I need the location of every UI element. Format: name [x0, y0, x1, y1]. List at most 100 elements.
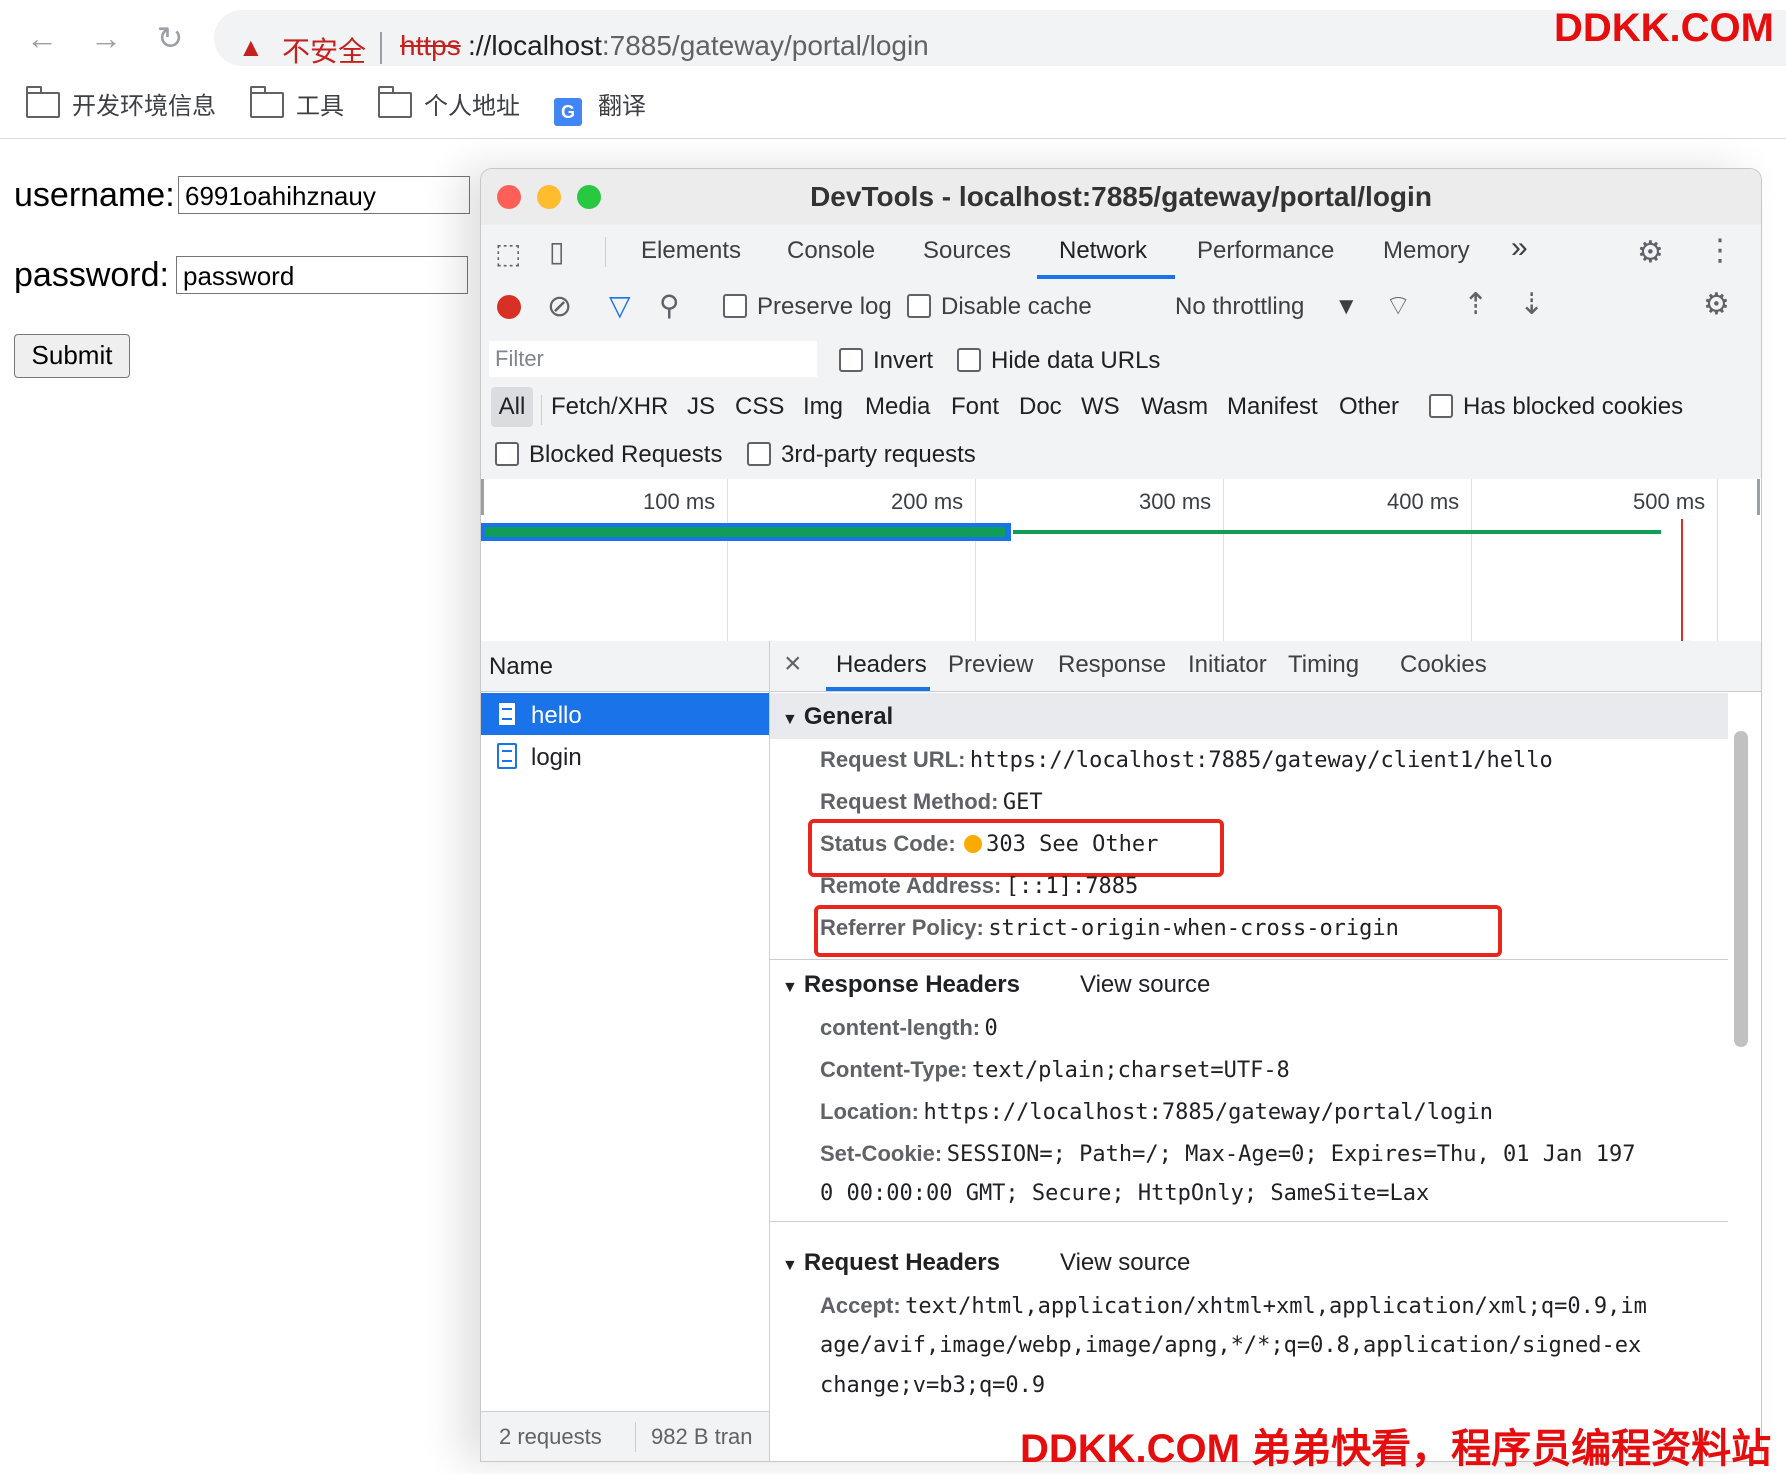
- tab-headers[interactable]: Headers: [836, 651, 927, 679]
- header-value: text/html,application/xhtml+xml,applicat…: [905, 1294, 1647, 1319]
- filter-all[interactable]: All: [491, 387, 533, 427]
- bookmark-item[interactable]: 开发环境信息: [26, 86, 216, 121]
- tab-elements[interactable]: Elements: [641, 237, 741, 265]
- filter-js[interactable]: JS: [687, 393, 715, 421]
- filter-css[interactable]: CSS: [735, 393, 784, 421]
- bookmark-item[interactable]: G 翻译: [554, 86, 646, 126]
- request-headers-title[interactable]: ▼ Request Headers: [782, 1249, 1000, 1277]
- header-row: Location: https://localhost:7885/gateway…: [820, 1099, 1493, 1125]
- tab-sources[interactable]: Sources: [923, 237, 1011, 265]
- filter-doc[interactable]: Doc: [1019, 393, 1062, 421]
- filter-ws[interactable]: WS: [1081, 393, 1120, 421]
- request-row-hello[interactable]: hello: [481, 693, 769, 735]
- overview-tick: 400 ms: [1387, 489, 1460, 514]
- third-party-checkbox[interactable]: 3rd-party requests: [747, 441, 976, 469]
- document-icon: [497, 701, 517, 727]
- general-section-header[interactable]: ▼ General: [770, 693, 1728, 739]
- name-column-header[interactable]: Name: [481, 641, 769, 692]
- network-conditions-icon[interactable]: ⌔: [1385, 289, 1411, 324]
- header-row: Request Method: GET: [820, 789, 1043, 815]
- filter-manifest[interactable]: Manifest: [1227, 393, 1318, 421]
- checkbox-icon: [747, 442, 771, 466]
- overview-right-handle[interactable]: [1757, 479, 1760, 515]
- header-key: Referrer Policy:: [820, 915, 984, 940]
- tab-network[interactable]: Network: [1059, 237, 1147, 265]
- filter-img[interactable]: Img: [803, 393, 843, 421]
- kebab-menu-icon[interactable]: ⋮: [1705, 233, 1735, 268]
- tab-cookies[interactable]: Cookies: [1400, 651, 1487, 679]
- filter-font[interactable]: Font: [951, 393, 999, 421]
- filter-funnel-icon[interactable]: ▽: [609, 289, 631, 322]
- overview-tick: 100 ms: [643, 489, 716, 514]
- view-source-link[interactable]: View source: [1080, 971, 1210, 999]
- status-dot-icon: [964, 835, 983, 853]
- device-toolbar-icon[interactable]: ▯: [549, 235, 564, 268]
- tab-timing[interactable]: Timing: [1288, 651, 1359, 679]
- tab-initiator[interactable]: Initiator: [1188, 651, 1267, 679]
- preserve-log-checkbox[interactable]: Preserve log: [723, 293, 892, 321]
- collapse-triangle-icon: ▼: [782, 979, 798, 996]
- bookmark-label: 工具: [296, 93, 344, 120]
- bookmark-item[interactable]: 个人地址: [378, 86, 520, 121]
- inspect-element-icon[interactable]: ⬚: [495, 237, 521, 270]
- tab-memory[interactable]: Memory: [1383, 237, 1470, 265]
- bookmark-item[interactable]: 工具: [250, 86, 344, 121]
- collapse-triangle-icon: ▼: [782, 1257, 798, 1274]
- import-har-icon[interactable]: ⇡: [1463, 287, 1488, 322]
- header-value: [::1]:7885: [1005, 874, 1139, 899]
- header-row: Content-Type: text/plain;charset=UTF-8: [820, 1057, 1290, 1083]
- header-value: GET: [1002, 790, 1043, 815]
- overview-gridline: [1223, 479, 1224, 641]
- forward-arrow-icon[interactable]: →: [86, 18, 126, 58]
- general-title-text: General: [803, 703, 894, 730]
- network-settings-gear-icon[interactable]: ⚙: [1703, 287, 1730, 322]
- filter-other[interactable]: Other: [1339, 393, 1399, 421]
- detail-scrollbar[interactable]: [1734, 731, 1748, 1047]
- invert-checkbox[interactable]: Invert: [839, 347, 933, 375]
- load-event-line: [1681, 519, 1683, 641]
- url-scheme: https: [400, 30, 461, 61]
- response-headers-title[interactable]: ▼ Response Headers: [782, 971, 1020, 999]
- has-blocked-cookies-label: Has blocked cookies: [1463, 393, 1684, 420]
- has-blocked-cookies-checkbox[interactable]: Has blocked cookies: [1429, 393, 1683, 421]
- filter-wasm[interactable]: Wasm: [1141, 393, 1208, 421]
- hide-data-urls-checkbox[interactable]: Hide data URLs: [957, 347, 1160, 375]
- view-source-link[interactable]: View source: [1060, 1249, 1190, 1277]
- header-value: SESSION=; Path=/; Max-Age=0; Expires=Thu…: [946, 1142, 1636, 1167]
- submit-button[interactable]: Submit: [14, 334, 130, 378]
- network-overview[interactable]: 100 ms 200 ms 300 ms 400 ms 500 ms: [481, 479, 1761, 642]
- disable-cache-checkbox[interactable]: Disable cache: [907, 293, 1092, 321]
- reload-icon[interactable]: ↻: [150, 18, 190, 58]
- settings-gear-icon[interactable]: ⚙: [1637, 235, 1664, 270]
- header-key: Content-Type:: [820, 1057, 968, 1082]
- tab-response[interactable]: Response: [1058, 651, 1166, 679]
- headers-tab-indicator: [826, 687, 930, 691]
- filter-input[interactable]: Filter: [489, 341, 817, 377]
- blocked-requests-checkbox[interactable]: Blocked Requests: [495, 441, 722, 469]
- address-bar[interactable]: ▲ 不安全 https ://localhost:7885/gateway/po…: [214, 10, 1786, 67]
- overview-gridline: [1471, 479, 1472, 641]
- throttling-select[interactable]: No throttling ▼: [1175, 293, 1358, 321]
- filter-media[interactable]: Media: [865, 393, 930, 421]
- header-row: Set-Cookie: SESSION=; Path=/; Max-Age=0;…: [820, 1141, 1635, 1167]
- password-input[interactable]: password: [176, 256, 468, 294]
- more-tabs-icon[interactable]: »: [1511, 231, 1528, 265]
- search-icon[interactable]: ⚲: [659, 289, 680, 322]
- tab-performance[interactable]: Performance: [1197, 237, 1334, 265]
- header-value: text/plain;charset=UTF-8: [971, 1058, 1290, 1083]
- export-har-icon[interactable]: ⇣: [1519, 287, 1544, 322]
- request-name-text: hello: [531, 702, 582, 729]
- back-arrow-icon[interactable]: ←: [22, 18, 62, 58]
- overview-gridline: [1717, 479, 1718, 641]
- overview-left-handle[interactable]: [481, 479, 484, 515]
- record-icon[interactable]: [497, 295, 521, 319]
- clear-icon[interactable]: ⊘: [547, 289, 572, 324]
- tab-console[interactable]: Console: [787, 237, 875, 265]
- close-detail-icon[interactable]: ×: [784, 647, 802, 681]
- username-input[interactable]: 6991oahihznauy: [178, 176, 470, 214]
- request-row-login[interactable]: login: [481, 735, 769, 777]
- tab-preview[interactable]: Preview: [948, 651, 1033, 679]
- filter-fetch-xhr[interactable]: Fetch/XHR: [551, 393, 668, 421]
- network-summary: 2 requests 982 B tran: [481, 1411, 769, 1461]
- request-bar-login: [1013, 530, 1661, 534]
